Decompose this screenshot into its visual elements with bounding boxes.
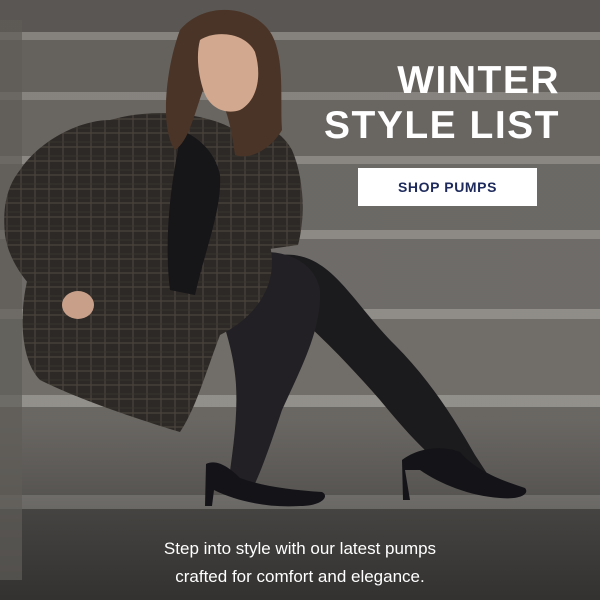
headline: WINTER STYLE LIST <box>300 58 560 148</box>
body-copy-line-1: Step into style with our latest pumps <box>163 539 437 558</box>
headline-line-1: WINTER <box>397 59 560 102</box>
headline-line-2: STYLE LIST <box>323 104 560 147</box>
body-copy: Step into style with our latest pumps cr… <box>100 535 500 591</box>
promo-banner[interactable]: WINTER STYLE LIST SHOP PUMPS Step into s… <box>0 0 600 600</box>
shop-pumps-button[interactable]: SHOP PUMPS <box>358 168 537 206</box>
body-copy-line-2: crafted for comfort and elegance. <box>175 567 425 586</box>
